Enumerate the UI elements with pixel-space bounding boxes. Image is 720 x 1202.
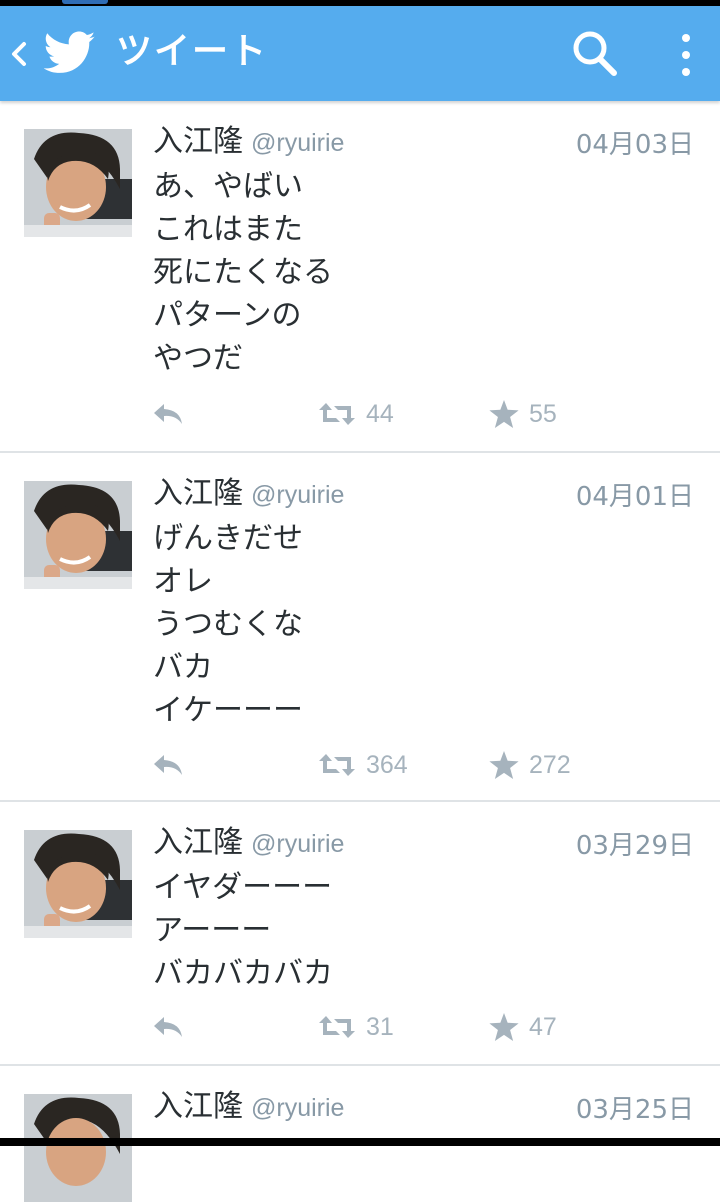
favorite-button[interactable]: 55 xyxy=(489,394,557,434)
author-name[interactable]: 入江隆 xyxy=(153,1089,243,1124)
tweet-actions: 364 272 xyxy=(0,745,720,785)
author-handle[interactable]: @ryuirie xyxy=(251,830,344,858)
tweet-item[interactable]: 入江隆 @ryuirie 04月01日 げんきだせ オレ うつむくな バカ イケー… xyxy=(0,453,720,802)
avatar-photo xyxy=(24,129,132,237)
tweet-timeline: 入江隆 @ryuirie 04月03日 あ、やばい これはまた 死にたくなる パタ… xyxy=(0,101,720,1202)
app-bar: ツイート xyxy=(0,6,720,101)
retweet-count: 44 xyxy=(366,399,394,428)
tweet-text: イヤダーーー アーーー バカバカバカ xyxy=(153,870,333,991)
retweet-count: 31 xyxy=(366,1012,394,1041)
navigation-bar-edge xyxy=(0,1138,720,1146)
author-name[interactable]: 入江隆 xyxy=(153,476,243,511)
star-icon xyxy=(489,1013,519,1041)
tweet-text: げんきだせ オレ うつむくな バカ イケーーー xyxy=(153,521,303,728)
retweet-count: 364 xyxy=(366,750,408,779)
tweet-date: 03月25日 xyxy=(575,1095,694,1125)
tweet-date: 04月03日 xyxy=(575,130,694,160)
favorite-count: 55 xyxy=(529,399,557,428)
tweet-date: 03月29日 xyxy=(575,831,694,861)
retweet-button[interactable]: 364 xyxy=(318,745,408,785)
reply-icon xyxy=(154,755,182,775)
tweet-author[interactable]: 入江隆 @ryuirie xyxy=(153,822,344,865)
tweet-item[interactable]: 入江隆 @ryuirie 03月25日 xyxy=(0,1066,720,1202)
reply-button[interactable] xyxy=(152,1007,184,1047)
favorite-button[interactable]: 272 xyxy=(489,745,571,785)
overflow-menu-icon xyxy=(682,34,690,76)
retweet-button[interactable]: 31 xyxy=(318,1007,394,1047)
tweet-date: 04月01日 xyxy=(575,482,694,512)
avatar-photo xyxy=(24,830,132,938)
author-handle[interactable]: @ryuirie xyxy=(251,481,344,509)
star-icon xyxy=(489,751,519,779)
tweet-author[interactable]: 入江隆 @ryuirie xyxy=(153,121,344,164)
retweet-icon xyxy=(319,754,355,776)
back-button[interactable] xyxy=(8,32,30,76)
retweet-icon xyxy=(319,403,355,425)
avatar[interactable] xyxy=(24,481,132,589)
tweet-actions: 44 55 xyxy=(0,394,720,434)
author-handle[interactable]: @ryuirie xyxy=(251,1094,344,1122)
tweet-item[interactable]: 入江隆 @ryuirie 03月29日 イヤダーーー アーーー バカバカバカ 31… xyxy=(0,802,720,1066)
back-chevron-icon xyxy=(12,42,26,66)
avatar[interactable] xyxy=(24,830,132,938)
avatar[interactable] xyxy=(24,129,132,237)
retweet-button[interactable]: 44 xyxy=(318,394,394,434)
twitter-logo xyxy=(43,30,96,76)
favorite-count: 272 xyxy=(529,750,571,779)
reply-icon xyxy=(154,1017,182,1037)
page-title: ツイート xyxy=(116,31,269,72)
search-button[interactable] xyxy=(570,28,620,80)
search-icon xyxy=(573,31,617,76)
author-handle[interactable]: @ryuirie xyxy=(251,129,344,157)
star-icon xyxy=(489,400,519,428)
overflow-menu-button[interactable] xyxy=(676,30,696,80)
tweet-author[interactable]: 入江隆 @ryuirie xyxy=(153,473,344,516)
tweet-author[interactable]: 入江隆 @ryuirie xyxy=(153,1086,344,1129)
reply-button[interactable] xyxy=(152,394,184,434)
status-indicator xyxy=(62,0,108,4)
reply-button[interactable] xyxy=(152,745,184,785)
retweet-icon xyxy=(319,1016,355,1038)
avatar[interactable] xyxy=(24,1094,132,1202)
favorite-count: 47 xyxy=(529,1012,557,1041)
avatar-photo xyxy=(24,481,132,589)
tweet-text: あ、やばい これはまた 死にたくなる パターンの やつだ xyxy=(153,169,333,376)
reply-icon xyxy=(154,404,182,424)
tweet-item[interactable]: 入江隆 @ryuirie 04月03日 あ、やばい これはまた 死にたくなる パタ… xyxy=(0,101,720,453)
avatar-photo xyxy=(24,1094,132,1202)
twitter-bird-icon xyxy=(43,31,96,73)
tweet-actions: 31 47 xyxy=(0,1007,720,1047)
author-name[interactable]: 入江隆 xyxy=(153,825,243,860)
author-name[interactable]: 入江隆 xyxy=(153,124,243,159)
favorite-button[interactable]: 47 xyxy=(489,1007,557,1047)
